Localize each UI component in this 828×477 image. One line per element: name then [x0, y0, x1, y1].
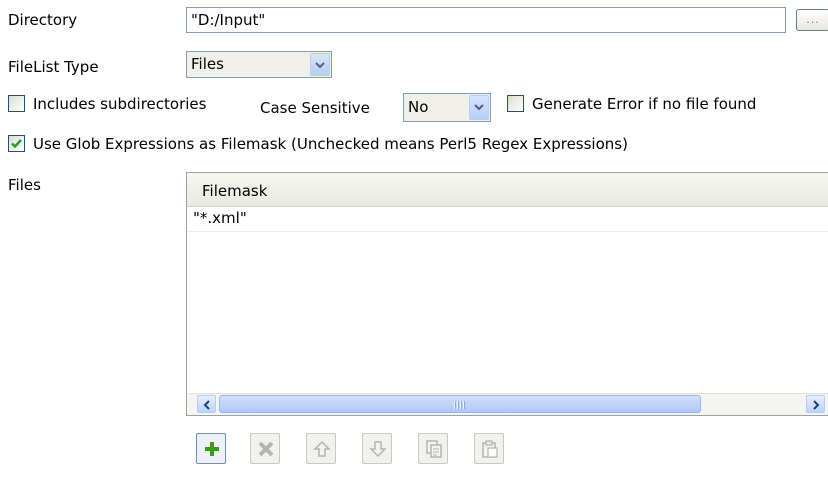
- filelist-type-select[interactable]: Files: [186, 51, 332, 78]
- scroll-left-button[interactable]: [197, 395, 216, 413]
- includes-subdirectories-label: Includes subdirectories: [33, 95, 207, 113]
- case-sensitive-value: No: [408, 98, 429, 116]
- filelist-type-value: Files: [191, 55, 224, 73]
- chevron-right-icon: [813, 400, 820, 410]
- browse-button[interactable]: ...: [796, 9, 828, 31]
- chevron-down-icon[interactable]: [469, 95, 489, 120]
- horizontal-scrollbar[interactable]: [187, 393, 828, 415]
- plus-icon: [205, 442, 219, 456]
- use-glob-checkbox[interactable]: [8, 135, 25, 152]
- scroll-right-button[interactable]: [806, 395, 825, 413]
- chevron-down-icon[interactable]: [310, 53, 330, 76]
- x-icon: [258, 441, 274, 457]
- copy-icon: [426, 440, 442, 458]
- table-header[interactable]: Filemask: [187, 173, 828, 207]
- case-sensitive-select[interactable]: No: [403, 93, 491, 122]
- paste-icon: [482, 440, 498, 458]
- move-up-button[interactable]: [306, 433, 336, 464]
- copy-button[interactable]: [418, 433, 448, 464]
- arrow-up-icon: [313, 440, 331, 457]
- chevron-left-icon: [203, 400, 210, 410]
- remove-row-button[interactable]: [250, 433, 280, 464]
- generate-error-checkbox[interactable]: [507, 95, 524, 112]
- add-row-button[interactable]: [196, 433, 226, 464]
- case-sensitive-label: Case Sensitive: [260, 99, 370, 117]
- files-label: Files: [8, 176, 41, 194]
- checkmark-icon: [11, 139, 22, 149]
- includes-subdirectories-checkbox[interactable]: [8, 95, 25, 112]
- scrollbar-thumb[interactable]: [219, 395, 701, 413]
- table-row[interactable]: "*.xml": [187, 207, 828, 232]
- paste-button[interactable]: [474, 433, 504, 464]
- filelist-type-label: FileList Type: [8, 58, 99, 76]
- filemask-cell[interactable]: "*.xml": [193, 209, 247, 227]
- filemask-column-header[interactable]: Filemask: [202, 182, 267, 200]
- generate-error-label: Generate Error if no file found: [532, 95, 757, 113]
- directory-input[interactable]: "D:/Input": [186, 7, 786, 33]
- filemask-table[interactable]: Filemask "*.xml": [186, 172, 828, 416]
- arrow-down-icon: [369, 441, 387, 458]
- directory-label: Directory: [8, 11, 78, 29]
- move-down-button[interactable]: [362, 433, 392, 464]
- use-glob-label: Use Glob Expressions as Filemask (Unchec…: [33, 135, 628, 153]
